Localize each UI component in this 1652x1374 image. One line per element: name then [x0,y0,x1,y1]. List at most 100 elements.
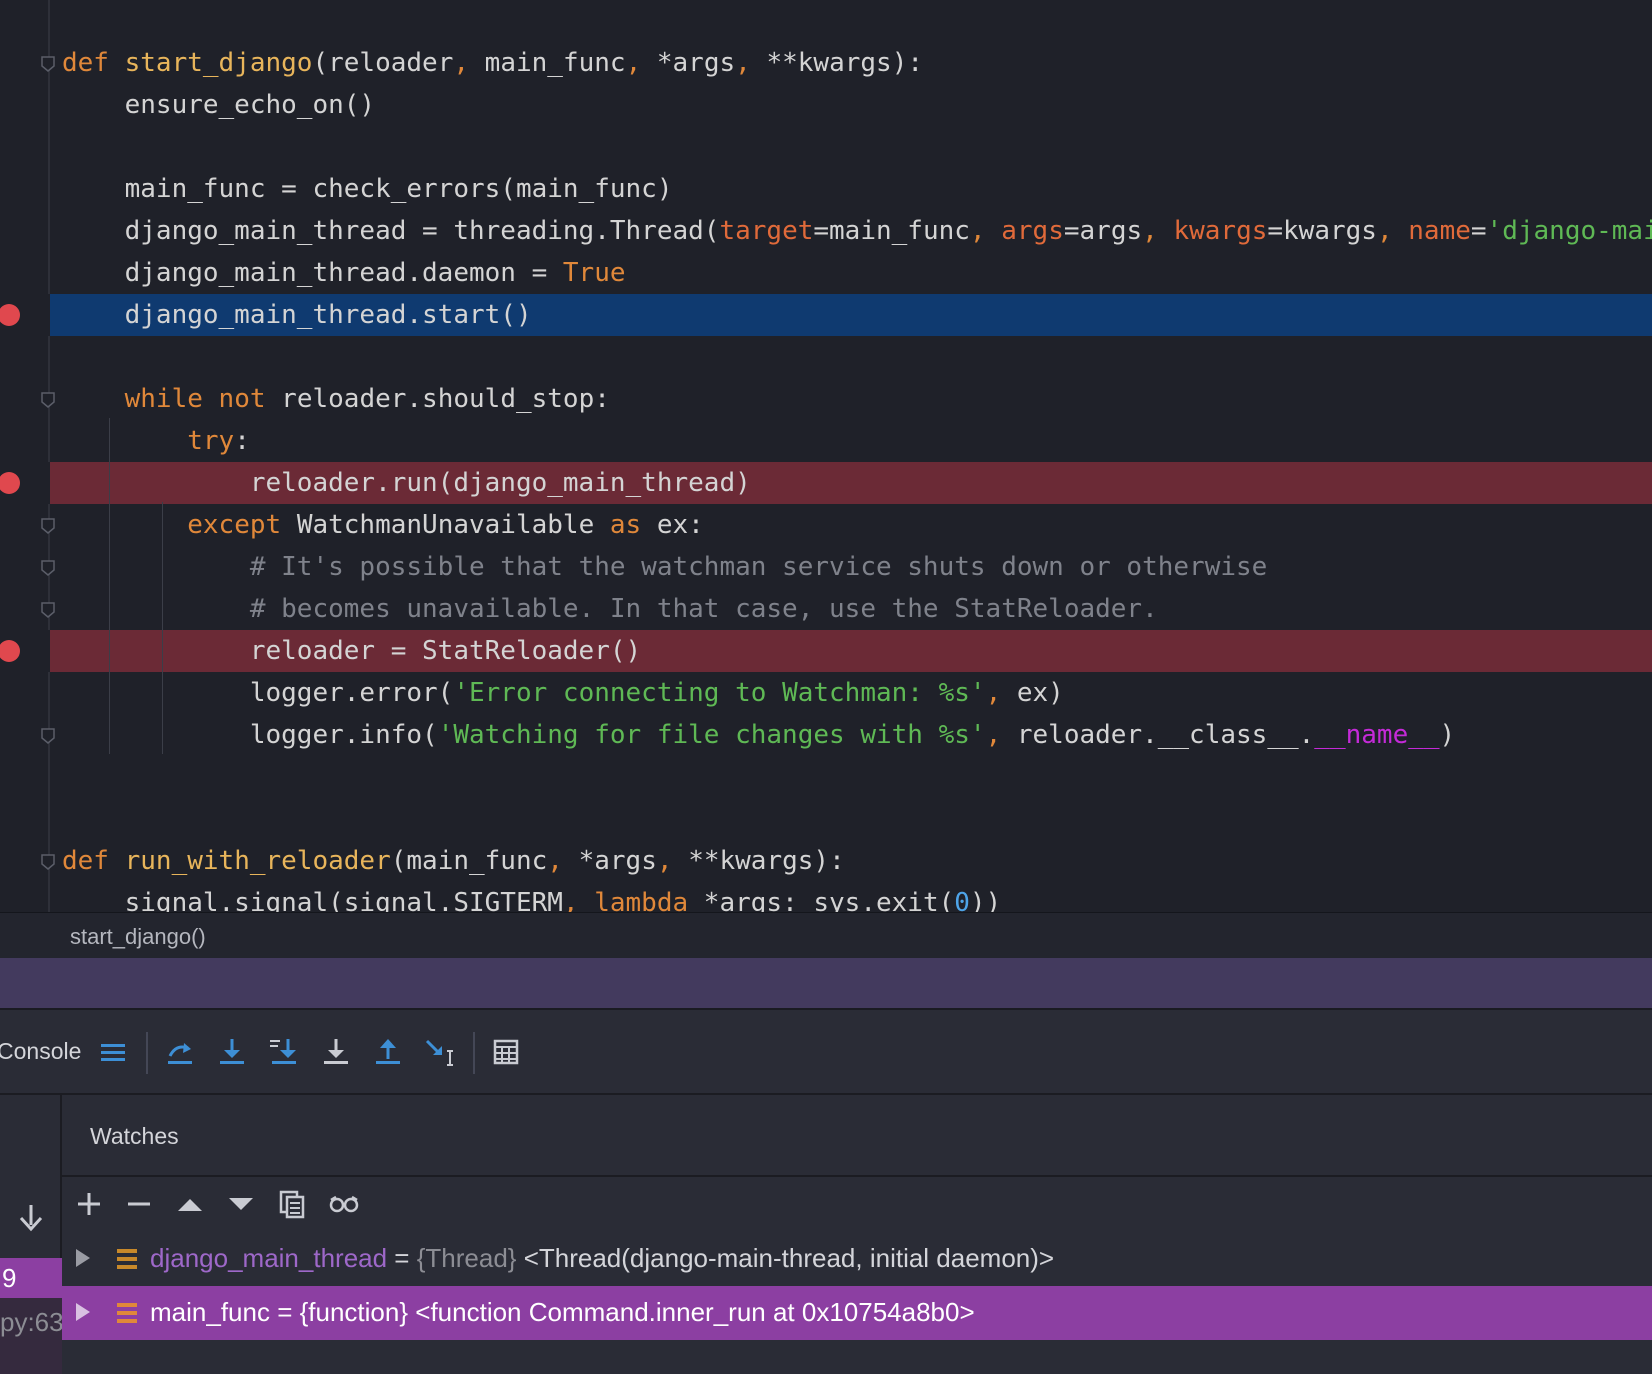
force-step-into-icon[interactable] [318,1034,354,1070]
indent-guide [109,418,110,754]
code-token: , [453,48,485,78]
debug-tool-window-header [0,958,1652,1010]
fold-marker-icon[interactable] [41,56,55,72]
step-into-icon[interactable] [214,1034,250,1070]
code-line[interactable]: reloader.run(django_main_thread) [0,462,1652,504]
tab-console[interactable]: Console [0,1038,81,1065]
remove-watch-icon[interactable] [122,1187,156,1221]
code-text: except WatchmanUnavailable as ex: [62,504,704,546]
watch-value: <function Command.inner_run at 0x10754a8… [408,1297,975,1327]
code-token: reloader.__class__. [1016,720,1315,750]
code-text: logger.error('Error connecting to Watchm… [62,672,1064,714]
code-line[interactable]: try: [0,420,1652,462]
frames-icon[interactable] [95,1034,131,1070]
code-text: def run_with_reloader(main_func, *args, … [62,840,845,882]
move-up-icon[interactable] [173,1187,207,1221]
code-token: # It's possible that the watchman servic… [249,552,1268,582]
code-token: signal.signal(signal.SIGTERM [62,888,563,912]
add-watch-icon[interactable] [72,1187,106,1221]
watches-title: Watches [90,1123,179,1149]
code-token: as [609,510,657,540]
code-token: reloader = StatReloader() [62,636,642,666]
watches-pane: Watches django_main_thread = {Thread} <T… [62,1095,1652,1374]
code-line[interactable]: # It's possible that the watchman servic… [0,546,1652,588]
arrow-down-icon[interactable] [18,1202,44,1232]
expand-arrow-icon[interactable] [76,1303,90,1321]
code-token: 0 [954,888,970,912]
code-token: WatchmanUnavailable [296,510,610,540]
code-token: def [62,846,125,876]
code-line[interactable]: # becomes unavailable. In that case, use… [0,588,1652,630]
code-token: **kwargs): [688,846,845,876]
expand-arrow-icon[interactable] [76,1249,90,1267]
code-line[interactable] [0,798,1652,840]
code-line[interactable] [0,336,1652,378]
code-line[interactable]: logger.info('Watching for file changes w… [0,714,1652,756]
step-over-icon[interactable] [162,1034,198,1070]
code-line[interactable]: main_func = check_errors(main_func) [0,168,1652,210]
code-token: 'Error connecting to Watchman: %s' [453,678,986,708]
code-token: kwargs [1173,216,1268,246]
step-out-icon[interactable] [370,1034,406,1070]
code-line[interactable]: signal.signal(signal.SIGTERM, lambda *ar… [0,882,1652,912]
evaluate-expression-icon[interactable] [488,1034,524,1070]
code-token: name [1408,216,1471,246]
frame-number: 9 [2,1263,17,1293]
watch-value: <Thread(django-main-thread, initial daem… [516,1243,1055,1273]
code-token: main_func [484,48,626,78]
debug-toolbar: Console [0,1010,1652,1095]
glasses-icon[interactable] [327,1187,361,1221]
fold-marker-icon[interactable] [41,602,55,618]
code-token: __name__ [1314,720,1440,750]
breadcrumb-function[interactable]: start_django() [70,924,206,950]
code-line-current[interactable]: django_main_thread.start() [0,294,1652,336]
code-text: logger.info('Watching for file changes w… [62,714,1455,756]
run-to-cursor-icon[interactable] [422,1034,458,1070]
watch-type: {function} [299,1297,409,1327]
code-token: , [562,888,595,912]
code-token: *args: sys.exit( [703,888,955,912]
code-line[interactable]: except WatchmanUnavailable as ex: [0,504,1652,546]
frame-item[interactable]: py:63 [0,1298,62,1374]
code-token: django_main_thread.start() [62,300,532,330]
code-line[interactable]: def run_with_reloader(main_func, *args, … [0,840,1652,882]
code-line[interactable] [0,756,1652,798]
watch-item[interactable]: django_main_thread = {Thread} <Thread(dj… [62,1232,1652,1286]
code-line[interactable]: logger.error('Error connecting to Watchm… [0,672,1652,714]
code-token: 'django-main-thread' [1486,216,1652,246]
fold-marker-icon[interactable] [41,854,55,870]
code-line[interactable]: while not reloader.should_stop: [0,378,1652,420]
watches-divider [62,1175,1652,1177]
code-line[interactable]: django_main_thread.daemon = True [0,252,1652,294]
code-token: reloader.should_stop: [281,384,610,414]
frame-item-selected[interactable]: 9 [0,1258,62,1298]
code-token: , [547,846,579,876]
code-token: logger.info( [62,720,438,750]
fold-marker-icon[interactable] [41,560,55,576]
code-token: lambda [594,888,704,912]
code-line[interactable] [0,126,1652,168]
code-line[interactable]: ensure_echo_on() [0,84,1652,126]
code-token: ex) [1016,678,1064,708]
code-token: , [1142,216,1174,246]
code-token: , [656,846,689,876]
code-line[interactable]: django_main_thread = threading.Thread(ta… [0,210,1652,252]
code-line[interactable]: def start_django(reloader, main_func, *a… [0,42,1652,84]
frame-file-label: py:63 [0,1307,62,1337]
fold-marker-icon[interactable] [41,728,55,744]
copy-icon[interactable] [275,1187,309,1221]
step-into-my-code-icon[interactable] [266,1034,302,1070]
fold-marker-icon[interactable] [41,518,55,534]
code-line[interactable]: reloader = StatReloader() [0,630,1652,672]
code-token: *args [578,846,657,876]
watch-item-selected[interactable]: main_func = {function} <function Command… [62,1286,1652,1340]
move-down-icon[interactable] [224,1187,258,1221]
code-editor[interactable]: def start_django(reloader, main_func, *a… [0,0,1652,912]
code-token: =args [1063,216,1143,246]
code-text: reloader.run(django_main_thread) [62,462,751,504]
fold-marker-icon[interactable] [41,392,55,408]
code-token: **kwargs): [766,48,924,78]
breadcrumb[interactable]: start_django() [0,912,1652,958]
